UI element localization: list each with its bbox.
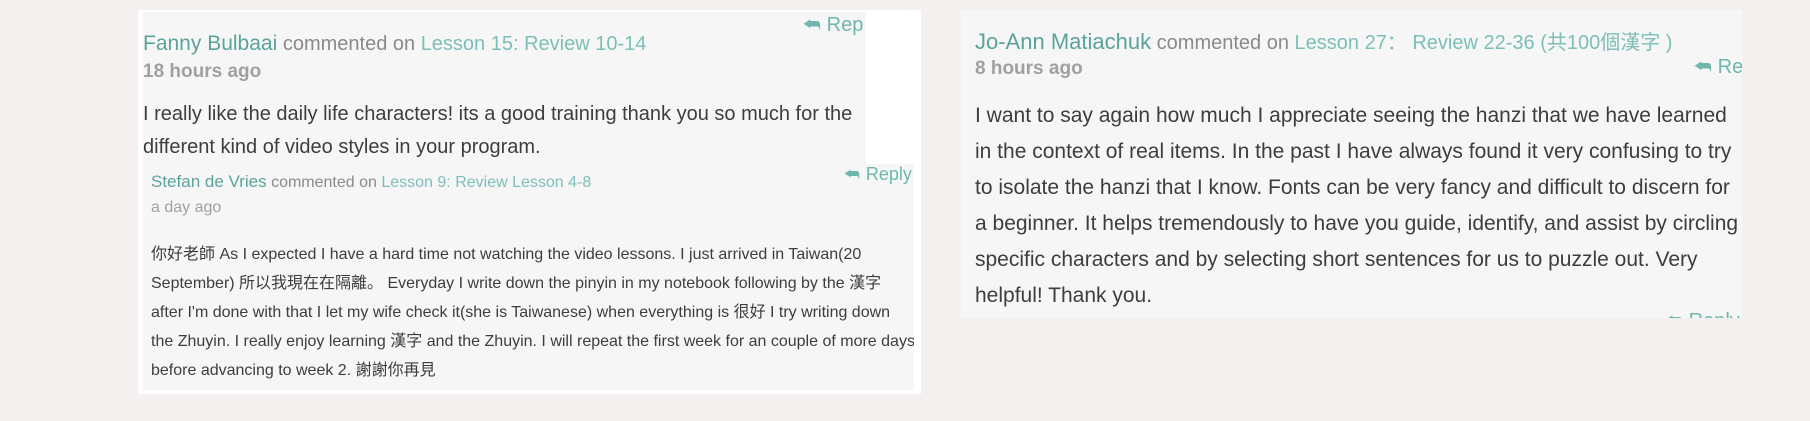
comment-card: Jo-Ann Matiachuk commented on Lesson 27：… [961, 10, 1742, 318]
comment-timestamp: a day ago [151, 199, 222, 216]
reply-label: Rep [826, 14, 864, 36]
comment-body: 你好老師 As I expected I have a hard time no… [151, 246, 914, 379]
comment-author-link[interactable]: Fanny Bulbaai [143, 32, 277, 55]
comment-lesson-link[interactable]: Lesson 15: Review 10-14 [421, 33, 647, 55]
comment-timestamp: 8 hours ago [975, 58, 1083, 79]
comment-author-link[interactable]: Jo-Ann Matiachuk [975, 29, 1151, 54]
comment-card: Fanny Bulbaai commented on Lesson 15: Re… [143, 12, 866, 164]
reply-button[interactable]: ⮪ Reply [844, 164, 912, 185]
reply-button[interactable]: ⮪ Re [1694, 56, 1742, 79]
comment-action-text: commented on [271, 174, 377, 191]
reply-button[interactable]: ⮪ Reply [1665, 310, 1740, 318]
comment-author-link[interactable]: Stefan de Vries [151, 172, 267, 191]
comment-action-text: commented on [1156, 32, 1289, 54]
comment-header: Jo-Ann Matiachuk commented on Lesson 27：… [975, 26, 1672, 55]
reply-arrow-icon: ⮪ [803, 15, 821, 36]
reply-arrow-icon: ⮪ [844, 165, 860, 184]
comment-header: Fanny Bulbaai commented on Lesson 15: Re… [143, 32, 646, 56]
reply-label: Reply [865, 164, 912, 184]
comment-lesson-link[interactable]: Lesson 27： Review 22-36 (共100個漢字 ) [1295, 32, 1673, 54]
reply-label: Reply [1689, 310, 1740, 318]
reply-button[interactable]: ⮪ Rep [803, 14, 863, 37]
comment-lesson-link[interactable]: Lesson 9: Review Lesson 4-8 [381, 174, 591, 191]
comment-body: I want to say again how much I appreciat… [975, 104, 1739, 307]
comment-body: I really like the daily life characters!… [143, 103, 853, 158]
reply-arrow-icon: ⮪ [1694, 57, 1712, 78]
comment-action-text: commented on [282, 33, 416, 55]
comment-timestamp: 18 hours ago [143, 61, 262, 82]
comment-header: Stefan de Vries commented on Lesson 9: R… [151, 172, 591, 192]
comment-card: Stefan de Vries commented on Lesson 9: R… [143, 164, 914, 390]
reply-label: Re [1717, 56, 1742, 78]
reply-arrow-icon: ⮪ [1665, 311, 1683, 318]
